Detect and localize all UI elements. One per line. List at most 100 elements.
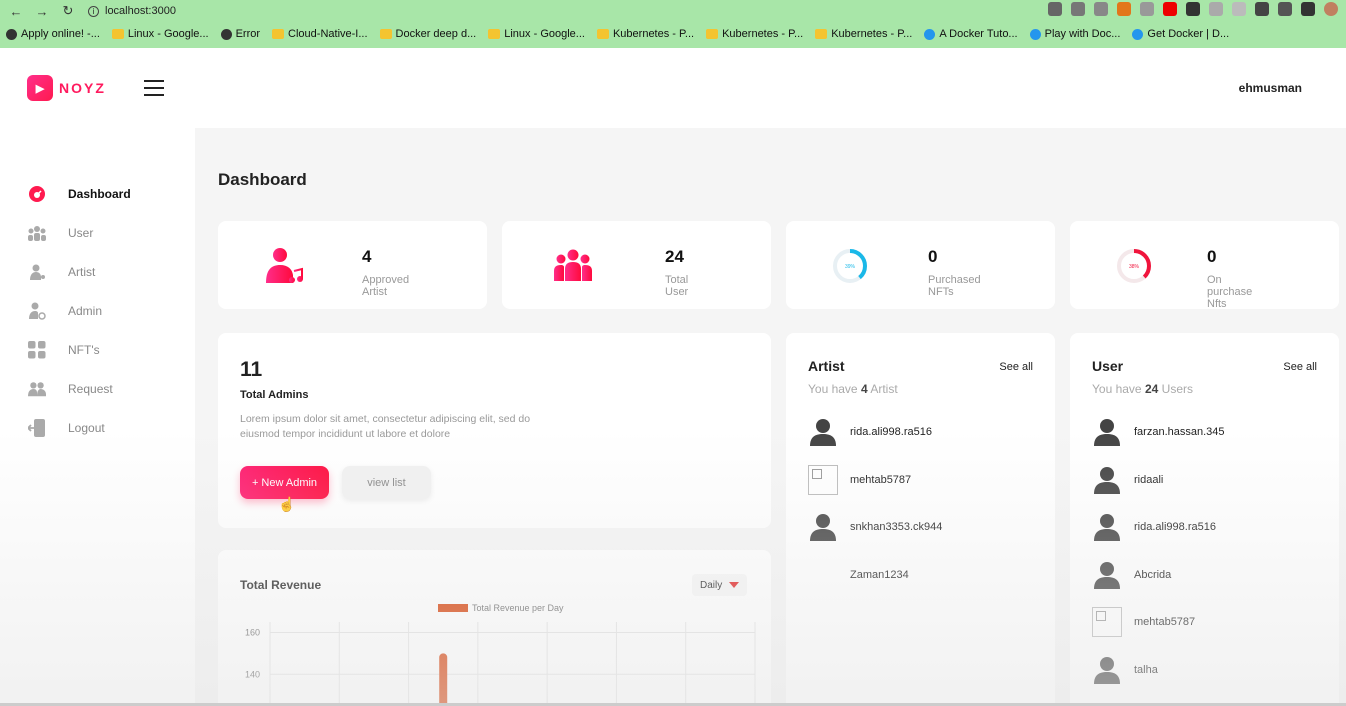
bookmark-item[interactable]: Apply online! -...	[6, 28, 100, 40]
bookmark-item[interactable]: A Docker Tuto...	[924, 28, 1018, 40]
person-icon	[808, 417, 838, 447]
sidebar-item-dashboard[interactable]: Dashboard	[28, 185, 131, 203]
sidebar-item-user[interactable]: User	[28, 224, 93, 242]
bookmark-item[interactable]: Get Docker | D...	[1132, 28, 1229, 40]
sidebar-item-label: Admin	[68, 304, 103, 318]
key-icon[interactable]	[1048, 2, 1062, 16]
browser-chrome: ← → ↻ i localhost:3000 Apply online! -..…	[0, 0, 1346, 48]
bookmark-item[interactable]: Play with Doc...	[1029, 28, 1121, 40]
bookmark-label: Docker deep d...	[395, 28, 477, 40]
stat-value: 0	[928, 247, 938, 266]
user-list-card: User See all You have 24 Users farzan.ha…	[1070, 333, 1339, 706]
period-select[interactable]: Daily	[692, 574, 747, 596]
list-item[interactable]: mehtab5787	[808, 464, 911, 495]
bookmark-label: Kubernetes - P...	[831, 28, 913, 40]
side-panel-icon[interactable]	[1301, 2, 1315, 16]
see-all-users-link[interactable]: See all	[1283, 361, 1317, 373]
y-tick-label: 160	[245, 627, 260, 637]
folder-icon	[596, 29, 609, 39]
bookmark-item[interactable]: Linux - Google...	[111, 28, 209, 40]
bookmark-item[interactable]: Kubernetes - P...	[815, 28, 912, 40]
list-item-name: farzan.hassan.345	[1134, 426, 1225, 438]
globe-icon	[220, 28, 232, 40]
star-icon[interactable]	[1094, 2, 1108, 16]
sidebar-item-logout[interactable]: Logout	[28, 419, 105, 437]
stat-label: Total User	[665, 274, 689, 298]
stat-card-approved-artist: 4 Approved Artist	[218, 221, 487, 309]
sidebar-item-admin[interactable]: Admin	[28, 302, 102, 320]
list-item-name: rida.ali998.ra516	[1134, 521, 1216, 533]
list-subtitle: You have 24 Users	[1092, 382, 1193, 396]
stat-value: 4	[362, 247, 372, 266]
sidebar-item-label: NFT's	[68, 343, 100, 357]
bookmark-label: Play with Doc...	[1044, 28, 1121, 40]
info-icon[interactable]: i	[88, 5, 99, 17]
youtube-icon[interactable]	[1163, 2, 1177, 16]
list-item[interactable]: snkhan3353.ck944	[808, 512, 942, 542]
forward-icon[interactable]: →	[32, 1, 52, 21]
person-icon	[1092, 655, 1122, 685]
person-icon	[1092, 417, 1122, 447]
list-item-name: mehtab5787	[1134, 616, 1196, 628]
progress-ring-icon: 39%	[833, 249, 867, 283]
sidebar-item-artist[interactable]: Artist	[28, 263, 95, 281]
bookmark-item[interactable]: Cloud-Native-I...	[272, 28, 368, 40]
list-item[interactable]: talha	[1092, 655, 1158, 685]
legend-label: Total Revenue per Day	[472, 603, 564, 613]
progress-ring-icon: 38%	[1117, 249, 1151, 283]
address-bar[interactable]: i localhost:3000	[88, 5, 176, 17]
bookmark-item[interactable]: Docker deep d...	[379, 28, 477, 40]
list-item[interactable]: mehtab5787	[1092, 607, 1195, 637]
list-item[interactable]: rida.ali998.ra516	[808, 417, 932, 447]
extension-icon[interactable]	[1186, 2, 1200, 16]
extensions-bar	[1048, 2, 1338, 16]
list-item[interactable]: farzan.hassan.345	[1092, 417, 1225, 447]
reload-icon[interactable]: ↻	[58, 1, 78, 21]
broken-image-icon	[1092, 607, 1122, 637]
folder-icon	[815, 29, 828, 39]
profile-avatar[interactable]	[1324, 2, 1338, 16]
grid-icon	[28, 341, 46, 359]
reading-list-icon[interactable]	[1278, 2, 1292, 16]
share-icon[interactable]	[1071, 2, 1085, 16]
artist-icon	[28, 263, 46, 281]
extension-icon[interactable]	[1232, 2, 1246, 16]
admin-count: 11	[240, 358, 263, 381]
admin-icon	[28, 302, 46, 320]
list-item[interactable]: Zaman1234	[808, 560, 909, 590]
username[interactable]: ehmusman	[1239, 81, 1302, 95]
person-icon	[1092, 512, 1122, 542]
menu-icon[interactable]	[144, 80, 164, 96]
person-icon	[808, 512, 838, 542]
folder-icon	[272, 29, 285, 39]
folder-icon	[488, 29, 501, 39]
new-admin-button[interactable]: + New Admin	[240, 466, 329, 499]
bookmark-item[interactable]: Kubernetes - P...	[596, 28, 694, 40]
list-title: Artist	[808, 358, 845, 374]
see-all-artists-link[interactable]: See all	[999, 361, 1033, 373]
extension-icon[interactable]	[1140, 2, 1154, 16]
metamask-icon[interactable]	[1117, 2, 1131, 16]
sidebar-item-label: Request	[68, 382, 113, 396]
sidebar-item-nfts[interactable]: NFT's	[28, 341, 100, 359]
logo[interactable]: ▶ NOYZ	[27, 75, 106, 101]
puzzle-icon[interactable]	[1255, 2, 1269, 16]
sidebar-item-request[interactable]: Request	[28, 380, 113, 398]
back-icon[interactable]: ←	[6, 1, 26, 21]
bookmark-item[interactable]: Linux - Google...	[488, 28, 585, 40]
list-item[interactable]: ridaali	[1092, 465, 1163, 495]
stat-label: Purchased NFTs	[928, 274, 981, 298]
stat-value: 24	[665, 247, 684, 266]
bookmark-item[interactable]: Kubernetes - P...	[706, 28, 803, 40]
list-item[interactable]: rida.ali998.ra516	[1092, 512, 1216, 542]
app-header: ▶ NOYZ ehmusman	[0, 48, 1346, 128]
extension-icon[interactable]	[1209, 2, 1223, 16]
users-icon	[28, 224, 46, 242]
folder-icon	[111, 29, 124, 39]
bookmark-item[interactable]: Error	[220, 28, 260, 40]
list-item[interactable]: Abcrida	[1092, 560, 1171, 590]
hand-cursor-icon: ☝	[278, 496, 296, 512]
view-list-button[interactable]: view list	[342, 466, 431, 499]
request-icon	[28, 380, 46, 398]
revenue-chart: Total Revenue per Day160140120	[245, 603, 756, 706]
